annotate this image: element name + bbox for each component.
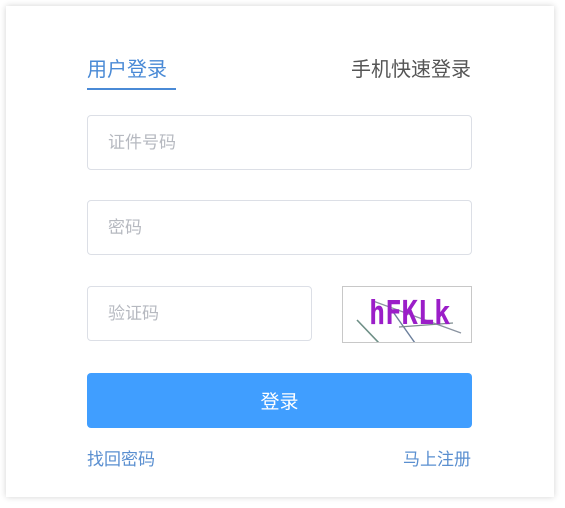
captcha-input[interactable] bbox=[87, 286, 312, 341]
login-button[interactable]: 登录 bbox=[87, 373, 472, 428]
forgot-password-link[interactable]: 找回密码 bbox=[87, 448, 155, 472]
tab-phone-quick-login[interactable]: 手机快速登录 bbox=[351, 55, 471, 83]
login-card: 用户登录 手机快速登录 hFKLk 登录 找回密码 马上注册 bbox=[6, 6, 554, 497]
tab-user-login[interactable]: 用户登录 bbox=[87, 55, 167, 83]
active-tab-indicator bbox=[87, 88, 176, 90]
register-link[interactable]: 马上注册 bbox=[403, 448, 471, 472]
password-input[interactable] bbox=[87, 200, 472, 255]
captcha-image[interactable]: hFKLk bbox=[342, 286, 472, 343]
id-number-input[interactable] bbox=[87, 115, 472, 170]
captcha-text: hFKLk bbox=[369, 293, 451, 332]
